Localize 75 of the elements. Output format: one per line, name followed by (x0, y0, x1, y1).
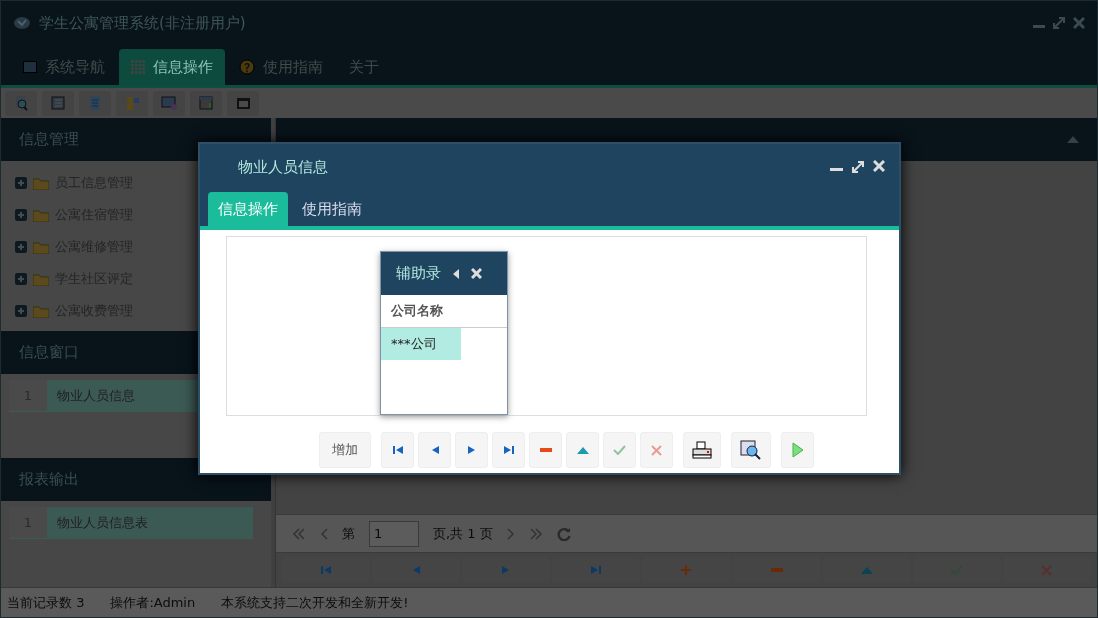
up-arrow-icon (860, 566, 873, 574)
help-icon (239, 59, 255, 75)
last-icon (591, 565, 602, 575)
page-label: 第 (342, 524, 355, 543)
popup-title: 辅助录 (396, 263, 441, 285)
document-icon (87, 95, 103, 111)
collapse-icon[interactable] (453, 268, 459, 279)
toolbar-button[interactable] (116, 90, 148, 116)
up-arrow-icon (576, 446, 589, 454)
next-icon (467, 445, 476, 455)
first-page-icon[interactable] (292, 527, 306, 540)
user-icon (124, 95, 140, 111)
folder-icon (33, 272, 49, 286)
dialog-tab[interactable]: 使用指南 (292, 192, 372, 226)
list-icon (50, 95, 66, 111)
nav-tab[interactable]: 使用指南 (227, 49, 335, 85)
minus-icon (770, 568, 783, 572)
first-icon (321, 565, 332, 575)
table-row[interactable]: ***公司 (381, 328, 461, 360)
plus-icon (681, 565, 692, 575)
refresh-icon[interactable] (556, 526, 571, 541)
restore-icon[interactable] (1053, 17, 1065, 29)
status-text: 操作者:Admin (110, 593, 196, 612)
expand-icon (15, 209, 27, 221)
expand-icon (15, 273, 27, 285)
previous-page-icon[interactable] (320, 527, 328, 540)
frame-icon (235, 95, 251, 111)
first-icon (392, 445, 403, 455)
logo-icon (13, 15, 31, 31)
preview-icon (740, 440, 762, 460)
monitor-icon (23, 61, 37, 73)
toolbar-button[interactable] (5, 90, 37, 116)
check-icon (613, 445, 626, 455)
window-title: 学生公寓管理系统(非注册用户) (39, 12, 246, 34)
tool-button[interactable] (731, 432, 771, 468)
expand-icon (15, 241, 27, 253)
tool-button[interactable] (683, 432, 721, 468)
toolbar-button[interactable] (79, 90, 111, 116)
add-button[interactable]: 增加 (319, 432, 371, 468)
play-icon (791, 442, 804, 458)
folder-icon (33, 240, 49, 254)
grid-icon (131, 60, 145, 74)
dialog-tab[interactable]: 信息操作 (208, 192, 288, 226)
magnifier-icon (13, 95, 29, 111)
status-text: 当前记录数 3 (7, 593, 85, 612)
maximize-icon[interactable] (851, 160, 865, 174)
toolbar-button[interactable] (42, 90, 74, 116)
window-icon (198, 95, 214, 111)
folder-icon (33, 208, 49, 222)
toolbar-button[interactable] (190, 90, 222, 116)
nav-tab[interactable]: 关于 (337, 49, 391, 85)
tool-button[interactable] (381, 432, 414, 468)
minus-icon (539, 448, 552, 452)
tool-button[interactable] (492, 432, 525, 468)
previous-icon (412, 565, 421, 575)
check-icon (950, 565, 964, 575)
previous-icon (430, 445, 439, 455)
close-icon (651, 444, 662, 456)
expand-icon (15, 305, 27, 317)
nav-tab[interactable]: 系统导航 (11, 49, 117, 85)
page-field[interactable]: 1 (369, 520, 419, 547)
toolbar-button[interactable] (227, 90, 259, 116)
next-page-icon[interactable] (506, 527, 515, 540)
last-page-icon[interactable] (528, 527, 543, 540)
page-total: 页,共 1 页 (433, 524, 493, 543)
next-icon (502, 565, 511, 575)
status-text: 本系统支持二次开发和全新开发! (221, 593, 409, 612)
folder-icon (33, 304, 49, 318)
folder-icon (33, 176, 49, 190)
last-icon (503, 445, 514, 455)
expand-icon (15, 177, 27, 189)
screen-icon (161, 95, 177, 111)
nav-tab[interactable]: 信息操作 (119, 49, 225, 85)
printer-icon (692, 441, 712, 459)
toolbar-button[interactable] (153, 90, 185, 116)
